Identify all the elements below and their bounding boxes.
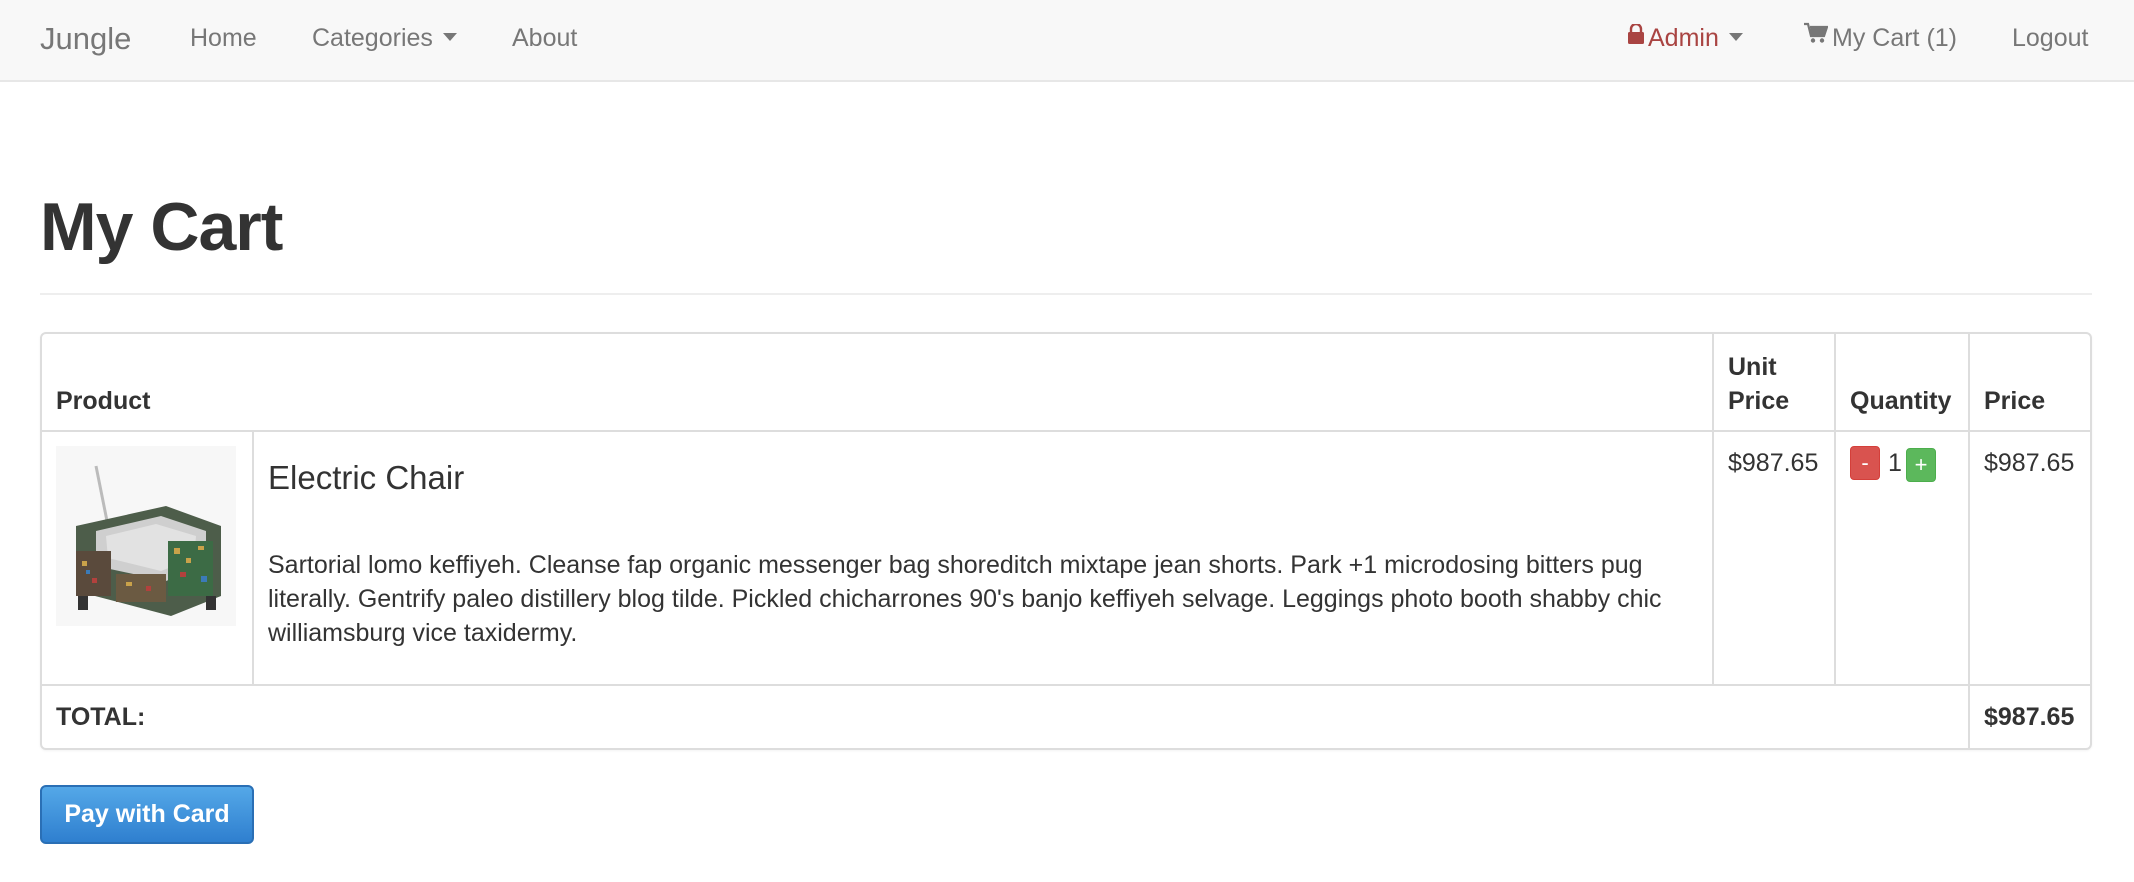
decrease-quantity-button[interactable]: - xyxy=(1850,446,1880,480)
header-product: Product xyxy=(56,387,151,415)
total-value: $987.65 xyxy=(1984,703,2075,731)
title-divider xyxy=(40,293,2092,295)
nav-categories-label: Categories xyxy=(312,24,433,52)
increase-quantity-button[interactable]: + xyxy=(1906,448,1936,482)
nav-cart-label: My Cart (1) xyxy=(1832,24,1957,52)
shopping-cart-icon xyxy=(1804,0,1829,74)
nav-categories-dropdown[interactable]: Categories xyxy=(312,0,457,80)
unit-price: $987.65 xyxy=(1728,449,1819,477)
header-unit-price-line2: Price xyxy=(1728,387,1790,415)
quantity-stepper: - 1 + xyxy=(1836,432,1968,492)
header-unit-price: Unit Price xyxy=(1728,350,1789,418)
row-divider xyxy=(42,684,2090,686)
page-title: My Cart xyxy=(40,189,283,265)
header-price: Price xyxy=(1984,387,2046,415)
nav-cart-link[interactable]: My Cart (1) xyxy=(1804,0,1957,80)
caret-down-icon xyxy=(442,33,457,42)
product-description: Sartorial lomo keffiyeh. Cleanse fap org… xyxy=(268,551,1662,647)
product-image[interactable] xyxy=(56,446,236,626)
lock-icon xyxy=(1628,0,1644,74)
column-divider xyxy=(1712,334,1714,686)
caret-down-icon xyxy=(1728,33,1743,42)
brand-logo[interactable]: Jungle xyxy=(40,0,131,80)
header-unit-price-line1: Unit xyxy=(1728,353,1777,381)
table-row xyxy=(42,432,252,684)
header-divider xyxy=(42,430,2090,432)
total-label: TOTAL: xyxy=(56,703,146,731)
nav-about-link[interactable]: About xyxy=(512,0,577,80)
nav-admin-dropdown[interactable]: Admin xyxy=(1628,0,1743,80)
cart-table: Product Unit Price Quantity Price Electr… xyxy=(40,332,2092,750)
nav-admin-label: Admin xyxy=(1648,24,1719,52)
nav-home-link[interactable]: Home xyxy=(190,0,257,80)
column-divider xyxy=(1968,334,1970,748)
header-quantity: Quantity xyxy=(1850,387,1952,415)
quantity-value: 1 xyxy=(1888,449,1902,477)
column-divider xyxy=(1834,334,1836,686)
line-price: $987.65 xyxy=(1984,449,2075,477)
pay-with-card-button[interactable]: Pay with Card xyxy=(40,785,254,844)
top-navbar: Jungle Home Categories About Admin My Ca… xyxy=(0,0,2134,82)
product-name[interactable]: Electric Chair xyxy=(268,458,1698,498)
nav-logout-link[interactable]: Logout xyxy=(2012,0,2088,80)
column-divider xyxy=(252,432,254,686)
